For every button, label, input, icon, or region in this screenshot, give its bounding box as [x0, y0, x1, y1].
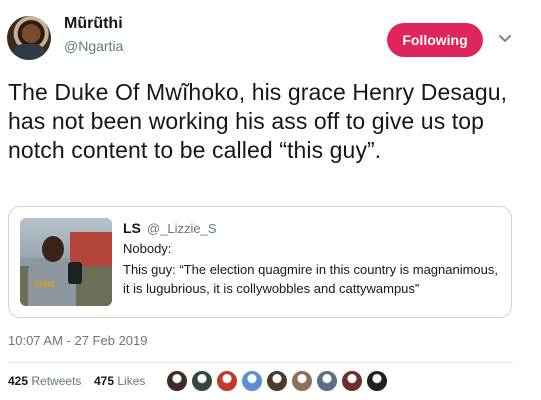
quoted-user-handle[interactable]: @_Lizzie_S [147, 221, 217, 236]
liker-avatar[interactable] [341, 370, 363, 392]
image-person-head [42, 236, 64, 262]
likes-label: Likes [117, 374, 146, 388]
liker-avatar[interactable] [216, 370, 238, 392]
likes-count: 475 [94, 374, 115, 388]
quoted-text-line1: Nobody: [123, 241, 172, 256]
tweet-header: Mũrũthi @Ngartia Following [0, 0, 541, 70]
following-button[interactable]: Following [387, 23, 483, 57]
user-handle[interactable]: @Ngartia [64, 38, 123, 54]
quoted-user-name[interactable]: LS [123, 220, 141, 236]
avatar[interactable] [7, 16, 51, 60]
retweets-stat[interactable]: 425 Retweets [8, 374, 81, 388]
liker-avatar[interactable] [291, 370, 313, 392]
quoted-text-line2: This guy: “The election quagmire in this… [123, 262, 499, 296]
tweet-text: The Duke Of Mwĩhoko, his grace Henry Des… [8, 79, 508, 163]
image-stall [70, 232, 112, 266]
tweet-timestamp[interactable]: 10:07 AM - 27 Feb 2019 [8, 333, 147, 348]
retweets-count: 425 [8, 374, 29, 388]
liker-avatar[interactable] [266, 370, 288, 392]
avatar-figure [13, 44, 45, 60]
liker-avatar[interactable] [316, 370, 338, 392]
likes-stat[interactable]: 475 Likes [94, 374, 145, 388]
quoted-tweet-image[interactable]: GIAN [20, 218, 112, 306]
liker-avatar[interactable] [191, 370, 213, 392]
image-microphone [68, 262, 82, 284]
quoted-tweet[interactable]: GIAN LS @_Lizzie_S Nobody: This guy: “Th… [8, 206, 512, 318]
chevron-down-icon[interactable] [498, 32, 512, 46]
image-logo-text: GIAN [34, 280, 54, 289]
liker-avatar[interactable] [241, 370, 263, 392]
liker-avatar[interactable] [366, 370, 388, 392]
retweets-label: Retweets [31, 374, 82, 388]
liker-avatar[interactable] [166, 370, 188, 392]
user-name[interactable]: Mũrũthi [64, 15, 123, 33]
divider [8, 362, 513, 363]
